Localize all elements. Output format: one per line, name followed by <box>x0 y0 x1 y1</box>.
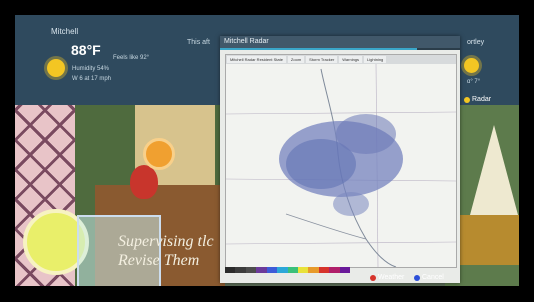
sun-icon-right <box>464 58 479 73</box>
radar-loading-bar <box>220 48 460 50</box>
river-line <box>285 213 367 240</box>
radar-dot-icon <box>464 96 470 103</box>
weather-button-label: Weather <box>378 274 405 281</box>
precipitation-area <box>333 192 369 216</box>
right-location-label: ortley <box>467 39 485 46</box>
left-location-label: Mitchell <box>51 27 79 36</box>
radar-map[interactable]: Mitchell Radar Resident State Zoom Storm T… <box>225 54 457 268</box>
legend-swatch <box>277 267 288 273</box>
map-toolbar-item[interactable]: Warnings <box>339 56 363 63</box>
weather-button[interactable]: Weather <box>370 274 404 281</box>
radar-intensity-legend <box>225 267 351 273</box>
map-toolbar-item[interactable]: Storm Tracker <box>306 56 338 63</box>
left-wind: W 6 at 17 mph <box>72 76 112 82</box>
precipitation-area <box>336 114 396 154</box>
map-toolbar-item[interactable]: Lightning <box>364 56 387 63</box>
left-humidity: Humidity 54% <box>72 66 110 72</box>
radar-window[interactable]: Mitchell Radar Mitchell Radar Resident S… <box>220 36 460 283</box>
legend-swatch <box>339 267 351 273</box>
map-toolbar: Mitchell Radar Resident State Zoom Storm T… <box>226 55 456 64</box>
state-border-line <box>226 241 456 245</box>
radar-map-graphic <box>226 64 456 267</box>
legend-swatch <box>297 267 309 273</box>
map-toolbar-item[interactable]: Zoom <box>287 56 305 63</box>
cancel-button-label: Cancel <box>422 274 444 281</box>
legend-swatch <box>329 267 340 273</box>
right-temperature-small: ɑ° 7° <box>467 79 481 85</box>
legend-swatch <box>287 267 298 273</box>
legend-swatch <box>308 267 319 273</box>
legend-swatch <box>225 267 236 273</box>
radar-link-label: Radar <box>472 96 492 103</box>
center-forecast-label: This aft <box>187 39 210 46</box>
legend-swatch <box>245 267 257 273</box>
sun-icon <box>47 59 65 77</box>
left-feels-like: Feels like 92° <box>113 55 150 61</box>
legend-swatch <box>235 267 246 273</box>
radar-title: Mitchell Radar <box>220 36 460 48</box>
state-border-line <box>226 111 456 115</box>
blue-button-icon <box>414 274 420 281</box>
legend-swatch <box>318 267 330 273</box>
red-button-icon <box>370 274 376 281</box>
radar-link[interactable]: Radar <box>464 96 491 103</box>
left-temperature: 88°F <box>71 42 101 58</box>
cancel-button[interactable]: Cancel <box>414 274 444 281</box>
background-art-sail <box>470 125 518 215</box>
tv-screen: Supervising tlc Revise Them Mitchell 88°… <box>15 15 519 286</box>
radar-loading-fill <box>220 48 417 50</box>
legend-swatch <box>256 267 267 273</box>
map-toolbar-item[interactable]: Mitchell Radar Resident State <box>227 56 286 63</box>
strawberry-illustration <box>130 165 158 199</box>
background-art-gold-panel <box>455 215 519 265</box>
legend-swatch <box>266 267 278 273</box>
orange-slice-illustration <box>143 138 175 170</box>
